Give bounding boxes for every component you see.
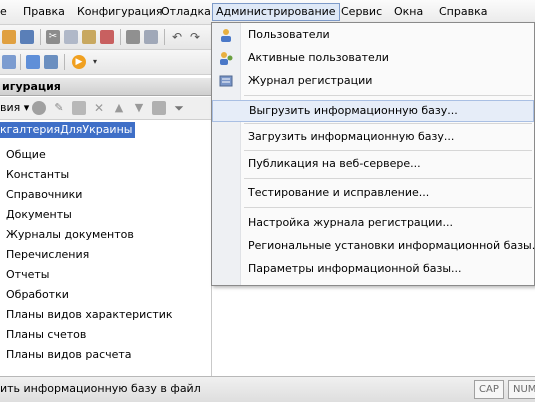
menu-item-users[interactable]: Пользователи [212, 25, 534, 45]
actions-menu[interactable]: вия ▾ [0, 100, 29, 116]
menu-windows[interactable]: Окна [391, 4, 426, 20]
delete-item-icon[interactable]: ✕ [92, 101, 106, 115]
menu-item-infobase-parameters[interactable]: Параметры информационной базы... [212, 259, 534, 279]
config-tree-icon[interactable] [2, 55, 16, 69]
window-icon[interactable] [44, 55, 58, 69]
paste-icon[interactable] [82, 30, 96, 44]
tree-item-documents[interactable]: Документы [6, 207, 72, 223]
dropdown-arrow-icon[interactable]: ▾ [88, 55, 102, 69]
tree-item-document-journals[interactable]: Журналы документов [6, 227, 134, 243]
caps-indicator: CAP [474, 380, 504, 399]
menu-item-import-infobase[interactable]: Загрузить информационную базу... [212, 127, 534, 147]
menu-help[interactable]: Справка [436, 4, 490, 20]
users-icon [219, 28, 233, 42]
menu-item-label: Настройка журнала регистрации... [248, 216, 453, 229]
menu-item-label: Параметры информационной базы... [248, 262, 462, 275]
tree-item-common[interactable]: Общие [6, 147, 46, 163]
menu-item-event-log[interactable]: Журнал регистрации [212, 71, 534, 91]
sort-icon[interactable] [152, 101, 166, 115]
menu-separator [244, 178, 532, 179]
copy-item-icon[interactable] [72, 101, 86, 115]
preview-icon[interactable] [144, 30, 158, 44]
menu-edit[interactable]: Правка [20, 4, 68, 20]
log-icon [219, 74, 233, 88]
tree-item-reports[interactable]: Отчеты [6, 267, 49, 283]
add-icon[interactable] [32, 101, 46, 115]
filter-icon[interactable]: ⏷ [172, 101, 186, 115]
menu-item-active-users[interactable]: Активные пользователи [212, 48, 534, 68]
tree-item-calculation-types[interactable]: Планы видов расчета [6, 347, 132, 363]
save-icon[interactable] [20, 30, 34, 44]
move-down-icon[interactable]: ▼ [132, 101, 146, 115]
active-users-icon [219, 51, 233, 65]
menu-item-test-repair[interactable]: Тестирование и исправление... [212, 183, 534, 203]
menu-item-label: Публикация на веб-сервере... [248, 157, 421, 170]
status-bar: ить информационную базу в файл CAP NUM [0, 376, 535, 402]
menu-item-label: Активные пользователи [248, 51, 389, 64]
panel-header: игурация [0, 78, 212, 96]
delete-icon[interactable] [100, 30, 114, 44]
menu-configuration[interactable]: Конфигурация [74, 4, 166, 20]
status-text: ить информационную базу в файл [0, 382, 201, 395]
tree-item-enumerations[interactable]: Перечисления [6, 247, 89, 263]
menu-separator [244, 150, 532, 151]
redo-icon[interactable]: ↷ [188, 30, 202, 44]
toolbar-separator [40, 29, 41, 45]
panel-toolbar: вия ▾ ✎ ✕ ▲ ▼ ⏷ [0, 97, 212, 120]
menu-administration[interactable]: Администрирование [212, 3, 340, 21]
menu-item-label: Загрузить информационную базу... [248, 130, 455, 143]
menu-separator [244, 95, 532, 96]
move-up-icon[interactable]: ▲ [112, 101, 126, 115]
open-icon[interactable] [2, 30, 16, 44]
toolbar-secondary: ▶ ▾ [0, 50, 212, 75]
menu-item-web-publish[interactable]: Публикация на веб-сервере... [212, 154, 534, 174]
menu-item-label: Тестирование и исправление... [248, 186, 430, 199]
toolbar-separator [20, 54, 21, 70]
menu-item-label: Журнал регистрации [248, 74, 373, 87]
print-icon[interactable] [126, 30, 140, 44]
menu-item-regional-settings[interactable]: Региональные установки информационной ба… [212, 236, 535, 256]
tree-item-data-processors[interactable]: Обработки [6, 287, 69, 303]
edit-icon[interactable]: ✎ [52, 101, 66, 115]
tree-item-characteristic-types[interactable]: Планы видов характеристик [6, 307, 173, 323]
menu-file[interactable]: е [0, 4, 10, 20]
cut-icon[interactable]: ✂ [46, 30, 60, 44]
toolbar-separator [164, 29, 165, 45]
copy-icon[interactable] [64, 30, 78, 44]
menu-separator [244, 207, 532, 208]
toolbar-main: ✂ ↶ ↷ [0, 25, 212, 50]
database-icon[interactable] [26, 55, 40, 69]
menu-item-label: Пользователи [248, 28, 330, 41]
undo-icon[interactable]: ↶ [170, 30, 184, 44]
tree-item-catalogs[interactable]: Справочники [6, 187, 82, 203]
administration-dropdown: Пользователи Активные пользователи Журна… [211, 22, 535, 286]
num-indicator: NUM [508, 380, 535, 399]
toolbar-separator [64, 54, 65, 70]
menu-item-label: Региональные установки информационной ба… [248, 239, 535, 252]
menu-item-export-infobase[interactable]: Выгрузить информационную базу... [212, 100, 534, 122]
run-icon[interactable]: ▶ [72, 55, 86, 69]
menu-item-label: Выгрузить информационную базу... [249, 104, 458, 117]
menu-service[interactable]: Сервис [338, 4, 385, 20]
menu-item-log-settings[interactable]: Настройка журнала регистрации... [212, 213, 534, 233]
tree-item-charts-of-accounts[interactable]: Планы счетов [6, 327, 86, 343]
menu-debug[interactable]: Отладка [158, 4, 214, 20]
tree-item-constants[interactable]: Константы [6, 167, 69, 183]
tree-root-node[interactable]: кгалтерияДляУкраины [0, 122, 136, 138]
menu-separator [244, 123, 532, 124]
toolbar-separator [120, 29, 121, 45]
